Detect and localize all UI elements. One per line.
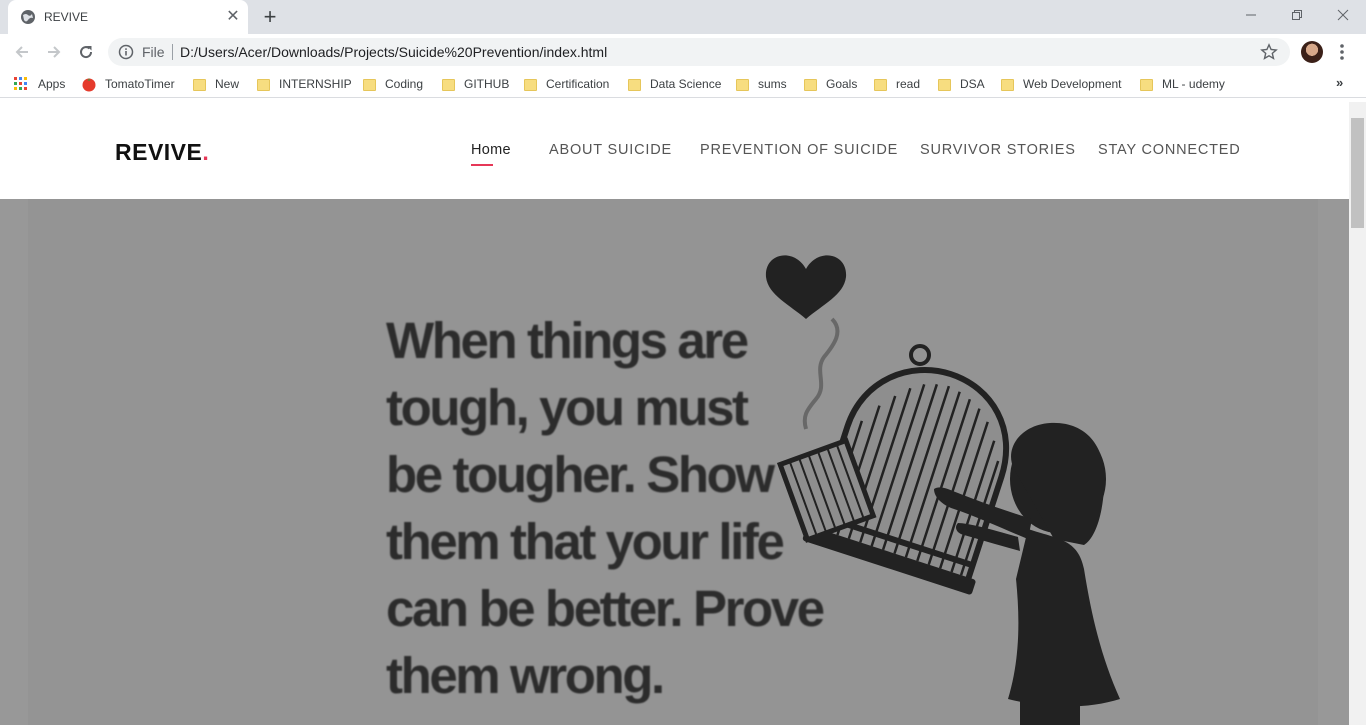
arrow-left-icon — [15, 46, 28, 58]
bookmark-folder-read[interactable]: read — [874, 76, 920, 92]
bookmark-label: ML - udemy — [1162, 77, 1225, 91]
active-nav-indicator — [471, 164, 493, 166]
reload-button[interactable] — [72, 38, 100, 66]
bookmark-folder-new[interactable]: New — [193, 76, 239, 92]
minimize-icon — [1246, 14, 1256, 16]
nav-home[interactable]: Home — [471, 142, 511, 166]
bookmark-label: GITHUB — [464, 77, 510, 91]
globe-icon — [21, 10, 35, 24]
back-button[interactable] — [8, 38, 36, 66]
folder-icon — [193, 79, 206, 91]
folder-icon — [1140, 79, 1153, 91]
nav-label: PREVENTION OF SUICIDE — [700, 142, 899, 158]
close-tab-icon[interactable]: ✕ — [224, 8, 242, 26]
tab-title: REVIVE — [44, 10, 89, 24]
arrow-right-icon — [48, 46, 61, 58]
nav-stay-connected[interactable]: STAY CONNECTED — [1098, 142, 1241, 158]
tab-strip: REVIVE ✕ + — [0, 0, 1366, 34]
folder-icon — [442, 79, 455, 91]
close-window-button[interactable] — [1320, 0, 1366, 30]
new-tab-button[interactable]: + — [258, 6, 282, 28]
folder-icon — [736, 79, 749, 91]
hero-banner: When things are tough, you must be tough… — [0, 199, 1349, 725]
bookmark-label: TomatoTimer — [105, 77, 175, 91]
heart-icon — [765, 255, 847, 319]
bookmark-apps[interactable]: Apps — [14, 76, 65, 92]
tomato-icon — [82, 78, 96, 92]
bookmark-tomatotimer[interactable]: TomatoTimer — [81, 76, 175, 92]
nav-label: Home — [471, 142, 511, 158]
star-icon[interactable] — [1260, 43, 1278, 61]
folder-icon — [257, 79, 270, 91]
girl-with-birdcage-illustration — [765, 255, 1120, 725]
bookmarks-bar: Apps TomatoTimer New INTERNSHIP Coding G… — [0, 70, 1366, 98]
page-viewport: REVIVE. Home ABOUT SUICIDE PREVENTION OF… — [0, 102, 1349, 725]
bookmark-folder-goals[interactable]: Goals — [804, 76, 857, 92]
apps-grid-icon — [14, 77, 27, 90]
site-logo[interactable]: REVIVE. — [115, 139, 209, 166]
forward-button[interactable] — [40, 38, 68, 66]
folder-icon — [938, 79, 951, 91]
bookmark-folder-data-science[interactable]: Data Science — [628, 76, 721, 92]
url-text[interactable]: D:/Users/Acer/Downloads/Projects/Suicide… — [180, 44, 607, 60]
bookmark-folder-web-development[interactable]: Web Development — [1001, 76, 1122, 92]
scrollbar-thumb[interactable] — [1351, 118, 1364, 228]
bookmark-folder-coding[interactable]: Coding — [363, 76, 423, 92]
bookmark-label: read — [896, 77, 921, 91]
browser-tab[interactable]: REVIVE ✕ — [8, 0, 248, 34]
bookmark-label: Goals — [826, 77, 858, 91]
hero-image: When things are tough, you must be tough… — [28, 199, 1318, 725]
bookmark-folder-certification[interactable]: Certification — [524, 76, 609, 92]
nav-survivor-stories[interactable]: SURVIVOR STORIES — [920, 142, 1076, 158]
folder-icon — [363, 79, 376, 91]
nav-label: SURVIVOR STORIES — [920, 142, 1076, 158]
profile-avatar[interactable] — [1301, 41, 1323, 63]
bookmark-label: New — [215, 77, 240, 91]
bookmark-folder-github[interactable]: GITHUB — [442, 76, 509, 92]
minimize-window-button[interactable] — [1228, 0, 1274, 30]
bookmark-label: INTERNSHIP — [279, 77, 352, 91]
browser-toolbar: File D:/Users/Acer/Downloads/Projects/Su… — [0, 34, 1366, 70]
info-icon[interactable] — [118, 44, 134, 60]
bookmark-label: Coding — [385, 77, 424, 91]
omnibox-divider — [172, 44, 173, 60]
bookmark-label: Apps — [38, 77, 66, 91]
bookmark-label: sums — [758, 77, 787, 91]
bookmark-label: Certification — [546, 77, 610, 91]
nav-about-suicide[interactable]: ABOUT SUICIDE — [549, 142, 672, 158]
folder-icon — [1001, 79, 1014, 91]
page-scrollbar[interactable] — [1349, 102, 1366, 725]
nav-label: STAY CONNECTED — [1098, 142, 1241, 158]
reload-icon — [80, 46, 93, 59]
bookmarks-overflow-button[interactable]: » — [1336, 75, 1343, 90]
more-vert-icon[interactable] — [1336, 42, 1348, 62]
nav-prevention-of-suicide[interactable]: PREVENTION OF SUICIDE — [700, 142, 898, 158]
bookmark-folder-sums[interactable]: sums — [736, 76, 787, 92]
site-header: REVIVE. Home ABOUT SUICIDE PREVENTION OF… — [0, 102, 1349, 199]
logo-dot: . — [202, 139, 210, 165]
bookmark-folder-dsa[interactable]: DSA — [938, 76, 985, 92]
bookmark-label: DSA — [960, 77, 985, 91]
bookmark-label: Web Development — [1023, 77, 1122, 91]
folder-icon — [524, 79, 537, 91]
folder-icon — [628, 79, 641, 91]
restore-window-button[interactable] — [1274, 0, 1320, 30]
restore-icon — [1292, 10, 1302, 20]
nav-label: ABOUT SUICIDE — [549, 142, 672, 158]
bookmark-label: Data Science — [650, 77, 722, 91]
folder-icon — [874, 79, 887, 91]
close-icon — [1337, 9, 1349, 21]
address-bar[interactable]: File D:/Users/Acer/Downloads/Projects/Su… — [108, 38, 1290, 66]
bookmark-folder-ml-udemy[interactable]: ML - udemy — [1140, 76, 1225, 92]
logo-text: REVIVE — [115, 139, 203, 165]
folder-icon — [804, 79, 817, 91]
bookmark-folder-internship[interactable]: INTERNSHIP — [257, 76, 352, 92]
scheme-label: File — [142, 44, 165, 60]
